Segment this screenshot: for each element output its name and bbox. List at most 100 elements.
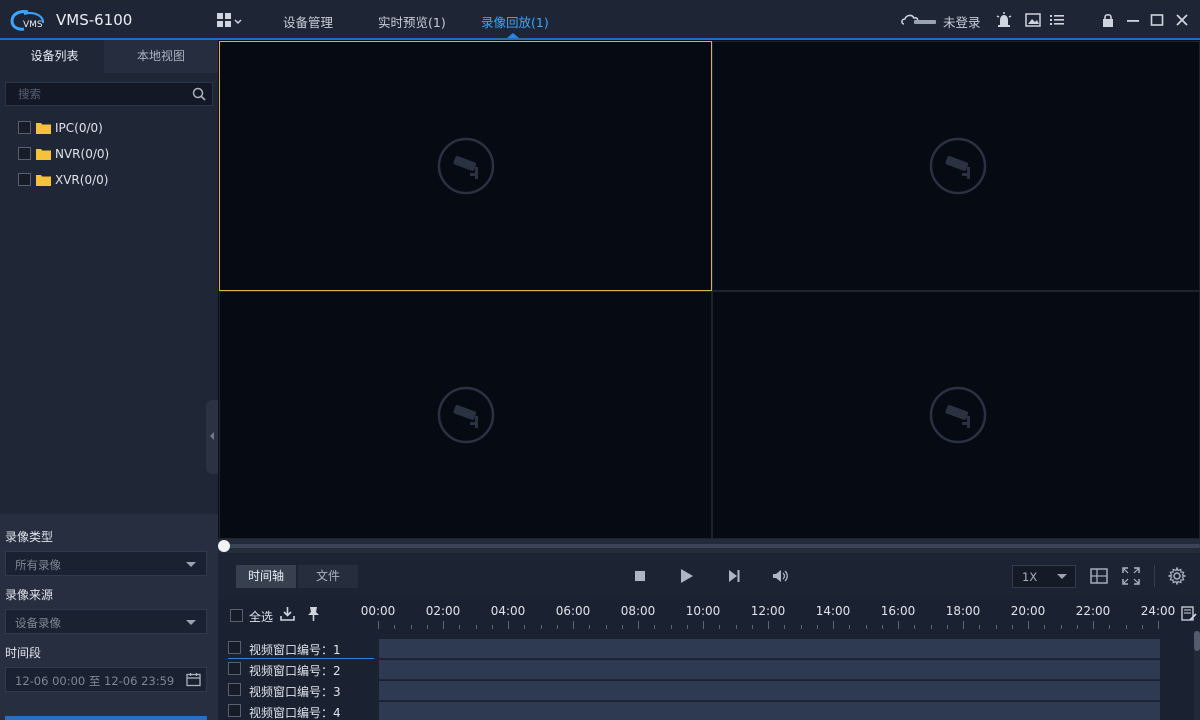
record-source-select[interactable]: 设备录像 — [5, 609, 207, 634]
left-panel: 设备列表 本地视图 IPC(0/0) NVR(0/0) XVR(0/0) 录像类… — [0, 40, 218, 720]
record-type-value: 所有录像 — [15, 558, 61, 572]
timeline-tick — [1060, 625, 1062, 629]
channel-checkbox[interactable] — [228, 641, 241, 654]
video-window-2[interactable] — [712, 41, 1200, 291]
timeline-tick — [540, 625, 542, 629]
speed-value: 1X — [1022, 570, 1038, 584]
timeline-tick — [946, 625, 948, 629]
timeline-channel-row-3[interactable]: 视频窗口编号：3 — [218, 680, 1200, 701]
channel-checkbox[interactable] — [228, 662, 241, 675]
select-all[interactable]: 全选 — [230, 608, 273, 624]
tab-device-list[interactable]: 设备列表 — [0, 40, 109, 73]
next-frame-icon[interactable] — [725, 567, 743, 585]
video-window-3[interactable] — [219, 291, 712, 539]
panel-collapse-handle[interactable] — [206, 400, 218, 474]
download-icon[interactable] — [280, 606, 295, 621]
timeline-tick — [654, 625, 656, 629]
time-range-label: 时间段 — [5, 646, 42, 660]
timeline-header: 全选 00:00 02:00 04:00 06:00 08:00 10:00 12:00 14… — [218, 599, 1200, 631]
video-window-4[interactable] — [712, 291, 1200, 539]
maximize-icon[interactable] — [1149, 12, 1165, 28]
progress-track[interactable] — [224, 544, 1200, 548]
timeline-tick — [995, 625, 997, 629]
timeline-channel-row-4[interactable]: 视频窗口编号：4 — [218, 701, 1200, 720]
channel-label: 视频窗口编号：3 — [249, 685, 341, 699]
tree-item-xvr[interactable]: XVR(0/0) — [18, 172, 108, 190]
fullscreen-icon[interactable] — [1122, 567, 1140, 585]
chevron-down-icon — [1057, 574, 1067, 579]
timeline-tick — [784, 625, 786, 629]
select-all-label: 全选 — [249, 610, 274, 624]
search-icon[interactable] — [192, 87, 206, 101]
timeline-channel-row-2[interactable]: 视频窗口编号：2 — [218, 659, 1200, 680]
volume-icon[interactable] — [771, 567, 789, 585]
tab-file[interactable]: 文件 — [298, 565, 358, 588]
channel-checkbox[interactable] — [228, 683, 241, 696]
layout-menu-icon[interactable] — [216, 12, 244, 28]
edit-notes-icon[interactable] — [1181, 606, 1197, 622]
video-window-1[interactable] — [219, 41, 712, 291]
nav-playback[interactable]: 录像回放(1) — [481, 12, 549, 31]
timeline-tick — [459, 625, 461, 629]
search-button[interactable] — [5, 716, 207, 720]
tree-item-nvr[interactable]: NVR(0/0) — [18, 146, 109, 164]
timeline-tick — [1044, 625, 1046, 629]
channel-timeline-bar[interactable] — [379, 639, 1160, 659]
channel-timeline-bar[interactable] — [379, 681, 1160, 701]
chevron-left-icon — [210, 432, 214, 440]
timeline-tick — [410, 625, 412, 629]
search-input[interactable] — [6, 83, 186, 105]
tree-checkbox[interactable] — [18, 147, 31, 160]
select-all-checkbox[interactable] — [230, 609, 243, 622]
close-icon[interactable] — [1174, 12, 1190, 28]
tree-checkbox[interactable] — [18, 121, 31, 134]
settings-gear-icon[interactable] — [1168, 567, 1186, 585]
stop-icon[interactable] — [631, 567, 649, 585]
search-box — [5, 82, 213, 106]
cloud-icon[interactable] — [900, 12, 938, 28]
tab-local-view[interactable]: 本地视图 — [104, 40, 218, 73]
tree-item-ipc[interactable]: IPC(0/0) — [18, 120, 103, 138]
nav-device-management[interactable]: 设备管理 — [283, 12, 333, 31]
play-icon[interactable] — [677, 567, 695, 585]
progress-handle[interactable] — [218, 540, 230, 552]
time-range-input[interactable]: 12-06 00:00 至 12-06 23:59 — [5, 667, 207, 692]
speed-select[interactable]: 1X — [1012, 565, 1076, 588]
minimize-icon[interactable] — [1125, 12, 1141, 28]
timeline-tick — [719, 625, 721, 629]
timeline-hour-label: 06:00 — [555, 604, 591, 618]
channel-timeline-bar[interactable] — [379, 702, 1160, 720]
calendar-icon[interactable] — [186, 672, 201, 687]
timeline-tick — [1093, 621, 1094, 629]
timeline-scrollbar[interactable] — [1194, 631, 1200, 720]
lock-icon[interactable] — [1100, 12, 1116, 28]
alarm-icon[interactable] — [996, 12, 1012, 28]
timeline-tick — [686, 625, 688, 629]
channel-timeline-bar[interactable] — [379, 660, 1160, 680]
timeline-channel-row-1[interactable]: 视频窗口编号：1 — [218, 638, 1200, 659]
tab-timeline[interactable]: 时间轴 — [236, 565, 296, 588]
tree-item-label: NVR(0/0) — [55, 147, 110, 161]
list-menu-icon[interactable] — [1049, 12, 1065, 28]
timeline-tick — [378, 621, 379, 629]
image-icon[interactable] — [1025, 12, 1041, 28]
scrollbar-thumb[interactable] — [1194, 631, 1200, 651]
divider — [1154, 565, 1155, 587]
record-type-label: 录像类型 — [5, 530, 54, 544]
timeline-tick — [1158, 621, 1159, 629]
timeline-tick — [605, 625, 607, 629]
pin-icon[interactable] — [306, 606, 321, 621]
timeline-hour-label: 12:00 — [750, 604, 786, 618]
record-type-select[interactable]: 所有录像 — [5, 551, 207, 576]
login-status[interactable]: 未登录 — [943, 12, 981, 31]
timeline-tick — [1125, 625, 1127, 629]
timeline-tick — [881, 625, 883, 629]
channel-checkbox[interactable] — [228, 704, 241, 717]
timeline-tick — [443, 621, 444, 629]
nav-live-preview[interactable]: 实时预览(1) — [378, 12, 446, 31]
split-layout-icon[interactable] — [1090, 567, 1108, 585]
time-range-value: 12-06 00:00 至 12-06 23:59 — [15, 674, 175, 688]
channel-label: 视频窗口编号：2 — [249, 664, 341, 678]
timeline-tick — [475, 625, 477, 629]
tree-checkbox[interactable] — [18, 173, 31, 186]
